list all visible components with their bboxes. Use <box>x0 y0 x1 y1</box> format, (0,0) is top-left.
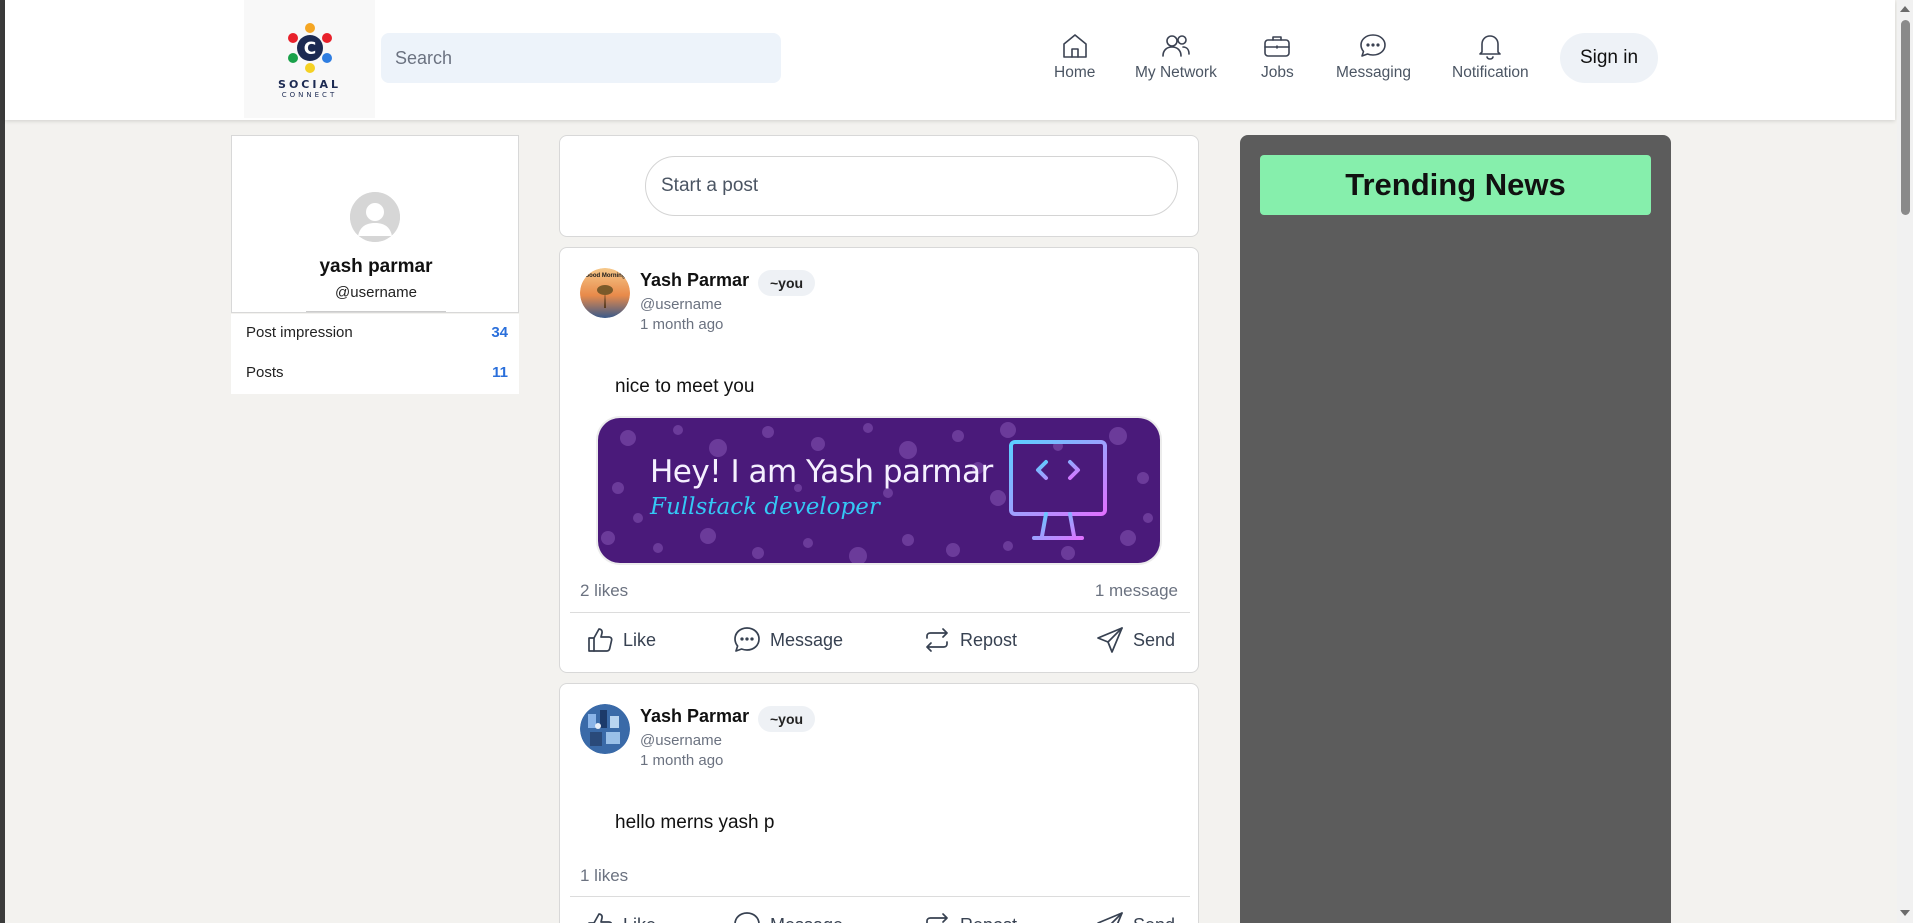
users-icon <box>1162 35 1190 57</box>
send-icon <box>1097 627 1123 653</box>
send-button[interactable]: Send <box>1095 910 1175 923</box>
logo[interactable]: C SOCIAL CONNECT <box>244 0 375 118</box>
chat-icon <box>734 627 760 652</box>
likes-count[interactable]: 2 likes <box>580 581 628 601</box>
divider <box>306 311 446 312</box>
scroll-up-icon[interactable] <box>1900 6 1910 12</box>
scrollbar[interactable] <box>1897 0 1913 923</box>
svg-text:C: C <box>303 39 315 59</box>
like-label: Like <box>623 915 656 923</box>
post-timestamp: 1 month ago <box>640 752 724 769</box>
stat-label: Post impression <box>246 324 353 341</box>
banner-subtitle: Fullstack developer <box>650 494 880 520</box>
briefcase-icon <box>1264 36 1291 57</box>
thumbs-up-icon <box>588 628 613 652</box>
post-avatar-text: Good Morning <box>584 273 626 279</box>
repost-button[interactable]: Repost <box>922 910 1017 923</box>
post-timestamp: 1 month ago <box>640 316 724 333</box>
profile-username: @username <box>335 284 417 301</box>
top-navbar: C SOCIAL CONNECT Home My Network Jobs Me… <box>5 0 1895 120</box>
post-card: Yash Parmar ~you @username 1 month ago h… <box>559 683 1199 923</box>
stat-label: Posts <box>246 364 284 381</box>
start-post-input[interactable]: Start a post <box>645 156 1178 216</box>
likes-count[interactable]: 1 likes <box>580 866 628 886</box>
start-post-card: Start a post <box>559 135 1199 237</box>
repost-label: Repost <box>960 915 1017 923</box>
divider <box>570 612 1190 613</box>
nav-my-network-label: My Network <box>1135 64 1217 81</box>
post-avatar-image <box>580 704 630 754</box>
you-badge: ~you <box>758 270 816 296</box>
nav-home-label: Home <box>1054 64 1096 81</box>
message-count[interactable]: 1 message <box>1095 581 1178 601</box>
stat-posts[interactable]: Posts 11 <box>246 364 508 381</box>
logo-icon: C <box>287 22 332 73</box>
stat-post-impression[interactable]: Post impression 34 <box>246 324 508 341</box>
logo-text: SOCIAL <box>278 77 341 91</box>
post-avatar[interactable]: Good Morning <box>580 268 630 318</box>
repost-button[interactable]: Repost <box>922 625 1017 655</box>
nav-my-network[interactable]: My Network <box>1135 30 1217 82</box>
post-card: Good Morning Yash Parmar ~you @username … <box>559 247 1199 673</box>
send-icon <box>1097 912 1123 923</box>
repost-label: Repost <box>960 629 1018 650</box>
post-author-name[interactable]: Yash Parmar <box>640 270 749 291</box>
post-text: hello merns yash p <box>615 812 775 833</box>
thumbs-up-icon <box>588 913 613 923</box>
bell-icon <box>1479 35 1502 60</box>
nav-messaging[interactable]: Messaging <box>1336 30 1411 82</box>
like-label: Like <box>623 629 657 650</box>
window-edge <box>0 0 5 923</box>
banner-title: Hey! I am Yash parmar <box>650 454 993 490</box>
send-label: Send <box>1133 915 1175 923</box>
profile-card: yash parmar @username <box>231 135 519 313</box>
send-button[interactable]: Send <box>1095 625 1175 655</box>
nav-home[interactable]: Home <box>1054 30 1095 82</box>
post-username: @username <box>640 732 722 749</box>
nav-messaging-label: Messaging <box>1336 64 1411 81</box>
post-text: nice to meet you <box>615 376 755 397</box>
message-label: Message <box>770 629 844 650</box>
post-author-name[interactable]: Yash Parmar <box>640 706 749 727</box>
you-badge: ~you <box>758 706 816 732</box>
chat-icon <box>1360 34 1387 57</box>
post-image[interactable]: Hey! I am Yash parmar Fullstack develope… <box>598 418 1160 563</box>
scrollbar-thumb[interactable] <box>1901 20 1910 215</box>
trending-header: Trending News <box>1260 155 1651 215</box>
sign-in-button[interactable]: Sign in <box>1560 33 1658 83</box>
message-button[interactable]: Message <box>732 910 843 923</box>
post-username: @username <box>640 296 722 313</box>
message-label: Message <box>770 915 843 923</box>
avatar[interactable] <box>350 192 400 242</box>
chat-icon <box>734 912 760 923</box>
send-label: Send <box>1133 629 1176 650</box>
repost-icon <box>926 628 948 652</box>
home-icon <box>1062 34 1087 58</box>
message-button[interactable]: Message <box>732 625 843 655</box>
divider <box>570 896 1190 897</box>
like-button[interactable]: Like <box>585 910 656 923</box>
like-button[interactable]: Like <box>585 625 656 655</box>
repost-icon <box>926 913 948 923</box>
scroll-down-icon[interactable] <box>1900 910 1910 916</box>
post-image-graphic <box>598 418 1160 563</box>
profile-stats: Post impression 34 Posts 11 <box>231 314 519 394</box>
profile-name[interactable]: yash parmar <box>232 256 520 278</box>
nav-jobs[interactable]: Jobs <box>1261 30 1294 82</box>
nav-jobs-label: Jobs <box>1261 64 1294 81</box>
nav-notification[interactable]: Notification <box>1452 30 1529 82</box>
logo-subtext: CONNECT <box>281 90 338 99</box>
user-placeholder-icon <box>350 192 400 242</box>
search-input[interactable] <box>381 33 781 83</box>
post-avatar[interactable] <box>580 704 630 754</box>
nav-notification-label: Notification <box>1452 64 1529 81</box>
trending-panel: Trending News <box>1240 135 1671 923</box>
stat-value: 34 <box>491 324 508 341</box>
stat-value: 11 <box>492 364 508 381</box>
